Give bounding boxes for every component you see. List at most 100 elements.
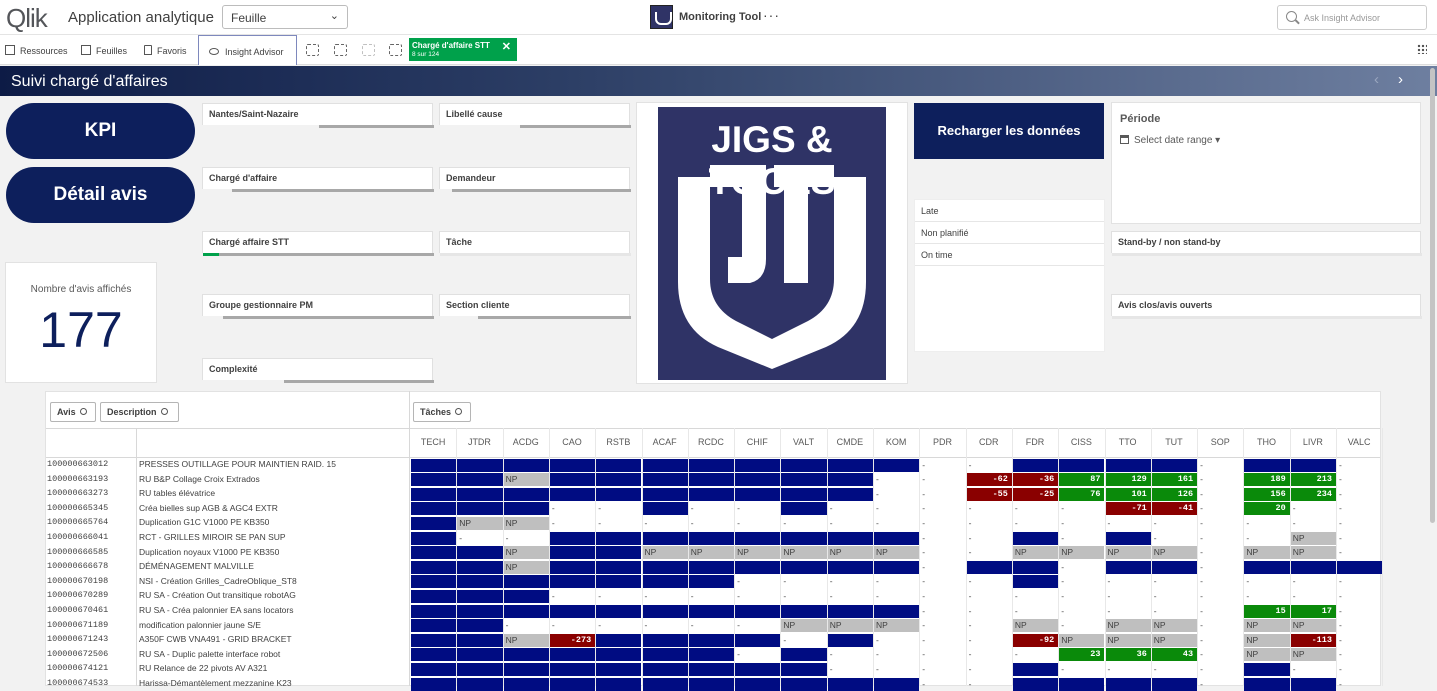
table-cell[interactable]: - (1198, 517, 1243, 530)
table-cell[interactable]: - (1152, 590, 1197, 603)
table-cell[interactable]: - (1198, 473, 1243, 486)
table-cell[interactable]: - (920, 605, 965, 618)
table-cell[interactable]: - (920, 488, 965, 501)
table-cell[interactable]: - (874, 648, 919, 661)
row-description[interactable]: NSI - Création Grilles_CadreOblique_ST8 (139, 576, 297, 586)
table-cell[interactable]: - (967, 634, 1012, 647)
row-avis-id[interactable]: 100000674121 (47, 663, 108, 673)
table-cell[interactable]: - (596, 502, 641, 515)
table-cell[interactable]: - (735, 502, 780, 515)
table-cell[interactable] (735, 531, 781, 545)
table-cell[interactable] (688, 458, 735, 472)
filter-charge-affaire[interactable]: Chargé d'affaire (202, 167, 434, 192)
column-header[interactable]: FDR (1012, 437, 1058, 447)
table-cell[interactable]: - (643, 590, 688, 603)
column-header[interactable]: CHIF (734, 437, 780, 447)
table-cell[interactable] (549, 662, 596, 676)
table-cell[interactable]: - (1291, 663, 1336, 676)
table-cell[interactable]: - (874, 663, 919, 676)
table-cell[interactable] (735, 560, 781, 574)
selection-back-icon[interactable] (334, 44, 347, 56)
table-cell[interactable] (642, 487, 688, 501)
table-cell[interactable]: 23 (1059, 648, 1105, 662)
kpi-button[interactable]: KPI (6, 103, 195, 159)
table-cell[interactable]: - (1291, 590, 1336, 603)
table-cell[interactable]: NP (874, 546, 920, 560)
table-cell[interactable]: 189 (1244, 473, 1290, 487)
column-header[interactable]: RCDC (688, 437, 734, 447)
table-cell[interactable]: - (828, 575, 873, 588)
table-cell[interactable]: - (828, 663, 873, 676)
row-avis-id[interactable]: 100000666041 (47, 532, 108, 542)
filter-standby[interactable]: Stand-by / non stand-by (1111, 231, 1422, 256)
table-cell[interactable]: NP (827, 546, 873, 560)
table-cell[interactable] (1290, 560, 1336, 574)
table-cell[interactable]: - (1291, 575, 1336, 588)
column-header[interactable]: ACDG (503, 437, 549, 447)
table-cell[interactable]: - (1198, 678, 1243, 691)
table-cell[interactable]: NP (1290, 648, 1336, 662)
table-cell[interactable]: - (1337, 619, 1382, 632)
table-cell[interactable] (411, 619, 457, 633)
row-description[interactable]: PRESSES OUTILLAGE POUR MAINTIEN RAID. 15 (139, 459, 336, 469)
chevron-right-icon[interactable]: › (1398, 71, 1403, 88)
table-cell[interactable] (642, 662, 688, 676)
table-cell[interactable]: - (967, 459, 1012, 472)
table-cell[interactable] (874, 560, 920, 574)
table-cell[interactable] (1012, 458, 1059, 472)
table-cell[interactable] (688, 487, 735, 501)
row-description[interactable]: RCT - GRILLES MIROIR SE PAN SUP (139, 532, 286, 542)
table-cell[interactable]: - (550, 502, 595, 515)
row-description[interactable]: Duplication G1C V1000 PE KB350 (139, 517, 269, 527)
table-cell[interactable]: - (1152, 663, 1197, 676)
table-cell[interactable] (827, 473, 873, 487)
table-cell[interactable]: - (1244, 532, 1289, 545)
row-description[interactable]: Harissa-Démantèlement mezzanine K23 (139, 678, 292, 688)
table-cell[interactable] (503, 487, 549, 501)
smart-search-icon[interactable] (306, 44, 319, 56)
table-cell[interactable] (827, 560, 873, 574)
row-avis-id[interactable]: 100000674533 (47, 678, 108, 688)
table-cell[interactable]: NP (1244, 546, 1290, 560)
column-header[interactable]: CMDE (827, 437, 873, 447)
row-avis-id[interactable]: 100000671189 (47, 620, 108, 630)
row-avis-id[interactable]: 100000665764 (47, 517, 108, 527)
table-cell[interactable] (596, 531, 642, 545)
table-cell[interactable]: - (1337, 575, 1382, 588)
dim-avis-button[interactable]: Avis (50, 402, 96, 422)
table-cell[interactable]: - (874, 473, 919, 486)
filter-charge-affaire-stt[interactable]: Chargé affaire STT (202, 231, 434, 256)
column-header[interactable]: JTDR (456, 437, 502, 447)
filter-libelle-cause[interactable]: Libellé cause (439, 103, 631, 128)
table-cell[interactable]: - (1337, 678, 1382, 691)
table-cell[interactable]: 15 (1244, 604, 1290, 618)
table-cell[interactable] (1105, 677, 1151, 691)
table-cell[interactable]: - (1059, 590, 1104, 603)
table-cell[interactable]: - (1337, 488, 1382, 501)
table-cell[interactable] (735, 677, 781, 691)
table-cell[interactable]: - (1198, 546, 1243, 559)
table-cell[interactable] (549, 575, 596, 589)
table-cell[interactable] (1059, 677, 1105, 691)
table-cell[interactable]: - (1059, 517, 1104, 530)
table-cell[interactable]: - (1198, 648, 1243, 661)
table-cell[interactable]: NP (688, 546, 735, 560)
table-cell[interactable] (874, 604, 920, 618)
table-cell[interactable]: NP (1290, 619, 1336, 633)
table-cell[interactable] (457, 604, 503, 618)
table-cell[interactable] (596, 677, 642, 691)
column-header[interactable]: TTO (1105, 437, 1151, 447)
table-cell[interactable]: - (1337, 459, 1382, 472)
table-cell[interactable] (596, 662, 642, 676)
qlik-logo[interactable]: Qlik (6, 3, 48, 34)
table-cell[interactable] (411, 560, 457, 574)
row-description[interactable]: RU SA - Duplic palette interface robot (139, 649, 280, 659)
table-cell[interactable]: - (1291, 502, 1336, 515)
filter-tache[interactable]: Tâche (439, 231, 631, 256)
table-cell[interactable] (688, 473, 735, 487)
table-cell[interactable] (1012, 662, 1059, 676)
table-cell[interactable] (549, 560, 596, 574)
table-cell[interactable]: NP (1290, 546, 1336, 560)
row-avis-id[interactable]: 100000666585 (47, 547, 108, 557)
table-cell[interactable]: - (874, 502, 919, 515)
